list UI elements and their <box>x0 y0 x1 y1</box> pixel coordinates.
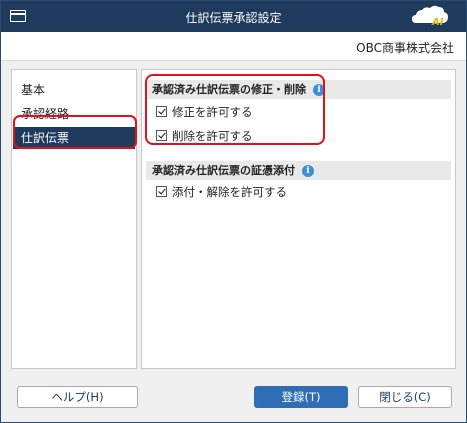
dialog-window: 仕訳伝票承認設定 AI OBC商事株式会社 基本 承認経路 仕訳伝票 承認済み仕… <box>0 0 467 423</box>
help-button[interactable]: ヘルプ(H) <box>17 386 138 408</box>
svg-text:AI: AI <box>431 17 444 28</box>
company-bar: OBC商事株式会社 <box>1 32 466 61</box>
window-title: 仕訳伝票承認設定 <box>185 11 282 25</box>
section-attachment-heading: 承認済み仕訳伝票の証憑添付 i <box>146 161 451 180</box>
allow-attach-checkbox[interactable]: 添付・解除を許可する <box>156 184 287 200</box>
checkbox-checked-icon[interactable] <box>156 186 167 197</box>
info-icon[interactable]: i <box>302 165 314 177</box>
ai-logo-icon: AI <box>412 5 448 28</box>
sidebar-item-basic[interactable]: 基本 <box>13 79 135 101</box>
company-name: OBC商事株式会社 <box>356 41 454 55</box>
close-button[interactable]: 閉じる(C) <box>358 386 452 408</box>
highlight-box-sidebar <box>13 115 137 149</box>
register-button[interactable]: 登録(T) <box>254 386 348 408</box>
sidebar: 基本 承認経路 仕訳伝票 <box>11 69 137 369</box>
allow-attach-label: 添付・解除を許可する <box>172 185 287 199</box>
highlight-box-edit-delete <box>145 74 325 145</box>
section-attachment-title: 承認済み仕訳伝票の証憑添付 <box>152 164 295 177</box>
title-bar: 仕訳伝票承認設定 AI <box>1 1 466 32</box>
